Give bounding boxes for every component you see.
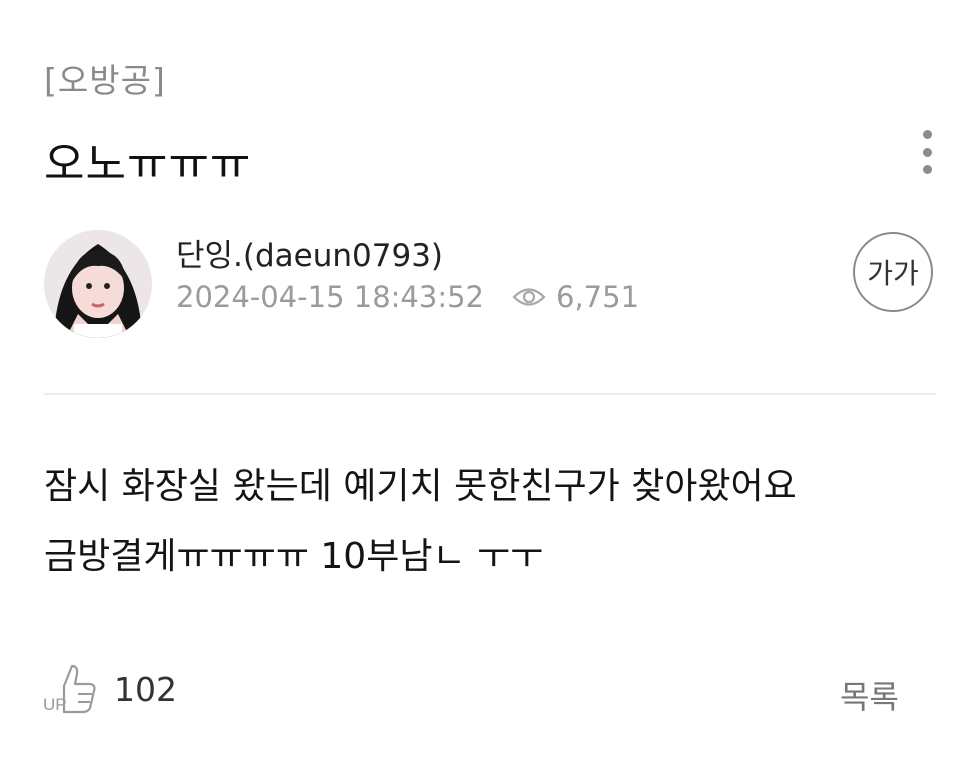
like-count: 102 (114, 669, 177, 709)
more-vertical-icon-dot (922, 165, 932, 174)
divider (44, 393, 936, 395)
eye-icon (512, 286, 546, 308)
post-category: [오방공] (44, 61, 166, 100)
post-title: 오노ㅠㅠㅠ (44, 139, 252, 190)
more-vertical-icon (922, 130, 932, 139)
font-size-button[interactable]: 가가 (853, 232, 933, 312)
view-count: 6,751 (556, 280, 640, 314)
avatar[interactable] (44, 230, 152, 338)
like-button[interactable]: UP 102 (42, 660, 177, 718)
more-vertical-icon-dot (922, 147, 932, 157)
post-body-line: 잠시 화장실 왔는데 예기치 못한친구가 찾아왔어요 (44, 466, 797, 507)
post-body-line: 금방결게ㅠㅠㅠㅠ 10부남ㄴ ㅜㅜ (44, 536, 544, 577)
up-icon-text: UP (43, 695, 67, 714)
post-body: 잠시 화장실 왔는데 예기치 못한친구가 찾아왔어요 금방결게ㅠㅠㅠㅠ 10부남… (44, 452, 944, 592)
font-size-label: 가가 (867, 257, 919, 290)
author-name[interactable]: 단잉.(daeun0793) (176, 230, 443, 275)
post-datetime: 2024-04-15 18:43:52 (176, 280, 484, 314)
avatar-image (44, 230, 152, 338)
post-meta: 2024-04-15 18:43:52 6,751 (176, 280, 639, 314)
more-options-button[interactable] (910, 130, 944, 174)
list-button[interactable]: 목록 (840, 672, 899, 718)
thumbs-up-icon: UP (43, 664, 96, 714)
